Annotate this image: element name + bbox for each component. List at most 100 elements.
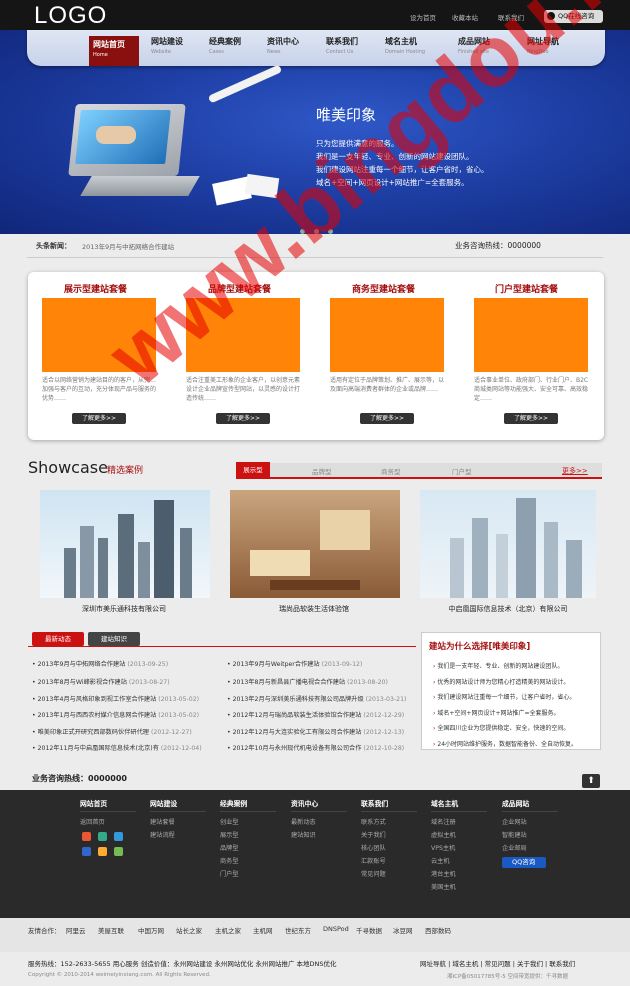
friend-link[interactable]: 站长之家 [176,925,202,935]
news-item[interactable]: • 2013年1月与西西农村媒介信息网合作建站 (2013-05-02) [32,710,199,719]
tab-showcase-portal[interactable]: 门户型 [452,466,472,476]
qq-consult-button[interactable]: QQ咨询 [502,857,546,868]
news-item[interactable]: • 2013年9月与中拓网络合作建站 (2013-09-25) [32,659,168,668]
showcase-subtitle: 精选案例 [107,466,144,476]
slide-dot[interactable] [314,229,319,234]
package-desc: 适合以网络营销为建站目的的客户，从完…加强与客户的互动，充分体现产品与服务的优势… [42,377,157,402]
news-item[interactable]: • 2013年8月与Wi峰影视合作建站 (2013-08-27) [32,677,170,686]
friend-link[interactable]: 西部数码 [425,925,451,935]
news-item[interactable]: • 2013年9月与Weitper合作建站 (2013-09-12) [227,659,362,668]
banner-line: 我们是一支年轻、专业、创新的网站建设团队。 [316,152,474,161]
case-caption[interactable]: 深圳市美乐通科技有限公司 [36,604,212,614]
learn-more-button[interactable]: 了解更多>> [72,413,126,424]
wechat-icon[interactable] [98,832,107,841]
package-title[interactable]: 门户型建站套餐 [495,282,558,295]
logo[interactable]: LOGO [34,2,107,30]
nav-links[interactable]: 网址导航 NingDuo [527,36,581,55]
weibo-icon[interactable] [82,832,91,841]
friend-link[interactable]: 中国万网 [138,925,164,935]
package-desc: 适用有定位于品牌策划、推广、展示等，以及面向高端消费者群体的企业或品牌…… [330,377,445,393]
why-item: 我们是一支年轻、专业、创新的网站建设团队。 [433,661,563,670]
nav-cases[interactable]: 经典案例 Cases [209,36,263,55]
case-photo-skyline[interactable] [420,490,596,598]
tab-latest-news[interactable]: 最新动态 [32,632,84,646]
showcase-tabbar [236,463,602,479]
package-image[interactable] [330,298,444,372]
back-to-top-button[interactable]: ⬆ [582,774,600,788]
friend-link[interactable]: 阿里云 [66,925,86,935]
news-item[interactable]: • 2013年4月与风格印象到视工作室合作建站 (2013-05-02) [32,694,199,703]
news-item[interactable]: • 2012年10月与永州现代机电设备有限公司合作 (2012-10-28) [227,743,404,752]
nav-finished[interactable]: 成品网站 Finished site [458,36,512,55]
why-item: 我们建设网站注重每一个细节，让客户省时，省心。 [433,692,575,701]
bookmark-link[interactable]: 收藏本站 [452,12,478,22]
news-item[interactable]: • 2013年8月与新昌县广播电视合合作建站 (2013-08-20) [227,677,388,686]
hotline-text: 业务咨询热线：0000000 [455,241,541,250]
package-title[interactable]: 品牌型建站套餐 [208,282,271,295]
renren-icon[interactable] [98,847,107,856]
nav-home[interactable]: 网站首页 Home [89,36,139,66]
keyboard-image [80,176,200,196]
friend-link[interactable]: DNSPod [323,925,349,933]
friend-link[interactable]: 冰豆网 [393,925,413,935]
tab-knowledge[interactable]: 建站知识 [88,632,140,646]
news-item[interactable]: • 2012年12月与大连实验化工有限公司合作建站 (2012-12-13) [227,727,404,736]
nav-contact[interactable]: 联系我们 Contact Us [326,36,380,55]
nav-website[interactable]: 网站建设 Website [151,36,205,55]
tab-showcase-brand[interactable]: 品牌型 [312,466,332,476]
friend-link[interactable]: 主机之家 [215,925,241,935]
friend-link[interactable]: 千寻数据 [356,925,382,935]
showcase-more-link[interactable]: 更多>> [562,466,588,476]
case-caption[interactable]: 瑞尚品软装生活体验馆 [226,604,402,614]
package-image[interactable] [186,298,300,372]
tab-showcase-display[interactable]: 展示型 [236,462,270,479]
news-item[interactable]: • 2012年12月与瑞尚品软装生活体验馆合作建站 (2012-12-29) [227,710,404,719]
main-nav: 网站首页 Home 网站建设 Website 经典案例 Cases 资讯中心 News … [27,30,605,66]
learn-more-button[interactable]: 了解更多>> [216,413,270,424]
friend-link[interactable]: 世纪东方 [285,925,311,935]
package-desc: 适合注重美工形象的企业客户，以创意元素设计企业品牌宣传型网站，以灵感的设计打造传… [186,377,301,402]
why-item: 域名+空间+网页设计+网站推广=全套服务。 [433,708,559,717]
news-item[interactable]: • 2012年11月与中启凰国际信息技术(北京)有 (2012-12-04) [32,743,202,752]
douban-icon[interactable] [114,847,123,856]
package-desc: 适合事业单位、政府部门、行业门户、B2C商城类网站等功能强大、安全可靠、高效稳定… [474,377,589,402]
icp-info: 湘ICP备05017785号-5 空间带宽提供：千寻数据 [447,974,569,980]
package-title[interactable]: 商务型建站套餐 [352,282,415,295]
paper-image [244,173,280,199]
qzone-icon[interactable] [114,832,123,841]
headline-text[interactable]: 2013年9月与中拓网络合作建站 [82,241,174,251]
footer-col-website: 网站建设 建站套餐 建站流程 [150,798,206,842]
case-caption[interactable]: 中启凰国际信息技术（北京）有限公司 [420,604,596,614]
package-image[interactable] [474,298,588,372]
package-image[interactable] [42,298,156,372]
news-item[interactable]: • 唯美印象正式开研究西部数码伙伴研代理 (2012-12-27) [32,727,192,736]
footer-col-news: 资讯中心 最新动态 建站知识 [291,798,347,842]
friend-link[interactable]: 美屋互联 [98,925,124,935]
footer-col-contact: 联系我们 联系方式 关于我们 核心团队 汇款账号 常见问题 [361,798,417,881]
footer-col-home: 网站首页 返回首页 [80,798,136,829]
learn-more-button[interactable]: 了解更多>> [504,413,558,424]
set-homepage-link[interactable]: 设为首页 [410,12,436,22]
banner-line: 我们建设网站注重每一个细节，让客户省时，省心。 [316,165,489,174]
slide-dot[interactable] [328,229,333,234]
case-photo-city[interactable] [40,490,210,598]
why-item: 全国四川企业为您提供稳定、安全，快速的空间。 [433,723,569,732]
case-photo-interior[interactable] [230,490,400,598]
package-title[interactable]: 展示型建站套餐 [64,282,127,295]
friend-links-bar [0,918,630,952]
tab-showcase-business[interactable]: 商务型 [381,466,401,476]
news-item[interactable]: • 2013年2月与深圳美乐通科技有限公司品牌升级 (2013-03-21) [227,694,406,703]
service-hotline-text: 服务热线：152-2633-5655 用心服务 创造价值：永州网站建设 永州网站… [28,960,337,968]
headline-label: 头条新闻： [36,242,71,250]
tab-underline [28,646,416,647]
bottom-links[interactable]: 网址导航 | 域名主机 | 常见问题 | 关于我们 | 联系我们 [420,958,575,968]
nav-news[interactable]: 资讯中心 News [267,36,321,55]
nav-domain[interactable]: 域名主机 Domain Hosting [385,36,439,55]
qq-online-button[interactable]: QQ在线咨询 [544,10,603,23]
learn-more-button[interactable]: 了解更多>> [360,413,414,424]
friend-link[interactable]: 主机网 [253,925,273,935]
baidu-icon[interactable] [82,847,91,856]
slide-dot[interactable] [300,229,305,234]
banner-line: 域名+空间+网页设计+网站推广=全套服务。 [316,178,469,187]
contact-link[interactable]: 联系我们 [498,12,524,22]
